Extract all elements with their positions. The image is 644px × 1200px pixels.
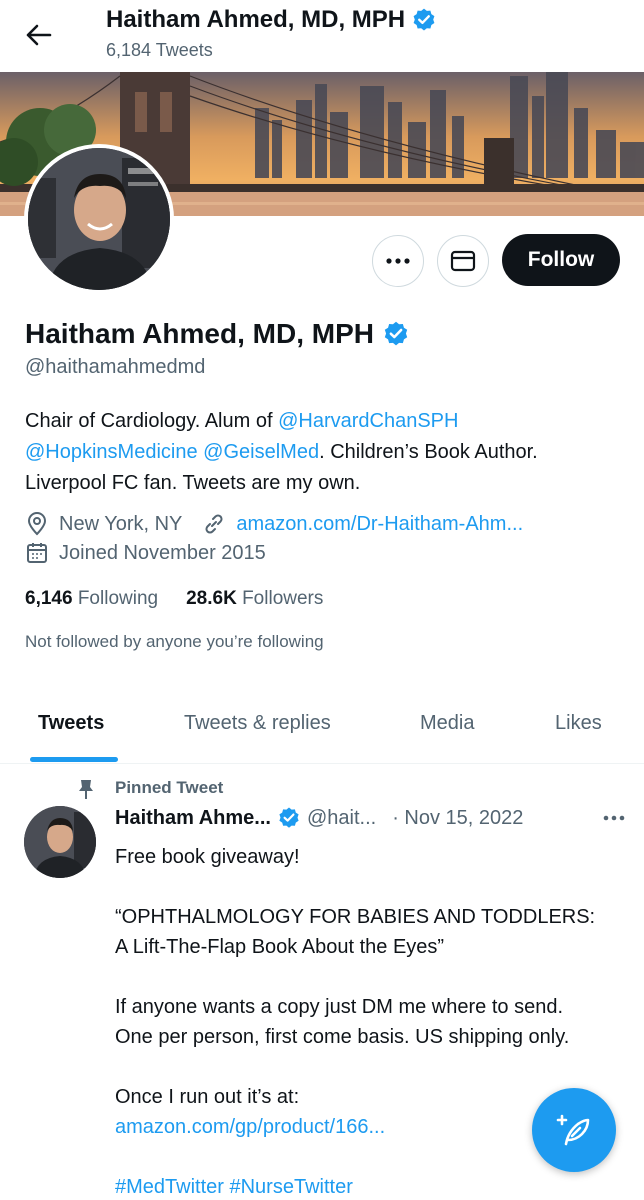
more-icon — [603, 815, 625, 821]
pinned-label: Pinned Tweet — [115, 778, 224, 797]
tweet-author-handle[interactable]: @hait... — [307, 807, 376, 830]
tab-media[interactable]: Media — [420, 712, 474, 735]
following-label: Following — [77, 588, 159, 609]
profile-website-link[interactable]: amazon.com/Dr-Haitham-Ahm... — [236, 513, 523, 536]
bio-mention-link[interactable]: @HarvardChanSPH — [278, 410, 458, 432]
top-bar: Haitham Ahmed, MD, MPH 6,184 Tweets — [0, 0, 644, 72]
tweet-date[interactable]: · Nov 15, 2022 — [392, 807, 523, 830]
profile-meta-row: New York, NY amazon.com/Dr-Haitham-Ahm..… — [25, 512, 523, 536]
profile-bio: Chair of Cardiology. Alum of @HarvardCha… — [25, 406, 625, 499]
profile-avatar[interactable] — [24, 144, 174, 294]
followers-label: Followers — [242, 588, 324, 609]
tweet-text: A Lift-The-Flap Book About the Eyes” — [115, 936, 445, 958]
tweet-hashtags[interactable]: #MedTwitter #NurseTwitter — [115, 1176, 353, 1198]
compose-tweet-button[interactable] — [532, 1088, 616, 1172]
mail-icon — [450, 250, 476, 272]
profile-location: New York, NY — [59, 512, 183, 535]
link-icon — [205, 514, 223, 534]
tweet-text: If anyone wants a copy just DM me where … — [115, 996, 563, 1018]
bio-mention-link[interactable]: @HopkinsMedicine — [25, 441, 198, 463]
back-arrow-icon[interactable] — [22, 18, 56, 52]
verified-badge-icon — [384, 321, 408, 346]
following-count: 6,146 — [25, 588, 73, 609]
tweet-text: One per person, first come basis. US shi… — [115, 1026, 570, 1048]
active-tab-indicator — [30, 757, 118, 762]
profile-tabs: Tweets Tweets & replies Media Likes — [0, 700, 644, 764]
profile-name-row: Haitham Ahmed, MD, MPH — [25, 318, 410, 350]
tweet-author-photo — [24, 806, 96, 878]
following-link[interactable]: 6,146 Following — [25, 588, 158, 610]
tab-likes[interactable]: Likes — [555, 712, 602, 735]
bio-text: Chair of Cardiology. Alum of — [25, 410, 279, 432]
profile-joined: Joined November 2015 — [59, 541, 266, 564]
pin-icon — [76, 778, 96, 805]
compose-icon — [556, 1114, 590, 1146]
more-button[interactable] — [372, 235, 424, 287]
verified-badge-icon — [279, 807, 299, 828]
location-icon — [27, 512, 47, 536]
followers-count: 28.6K — [186, 588, 237, 609]
profile-handle: @haithamahmedmd — [25, 356, 206, 378]
calendar-icon — [27, 543, 47, 563]
tweet-header: Haitham Ahme... @hait... · Nov 15, 2022 — [115, 806, 625, 830]
header-name: Haitham Ahmed, MD, MPH — [106, 6, 406, 33]
followers-link[interactable]: 28.6K Followers — [186, 588, 323, 610]
tweet-text: “OPHTHALMOLOGY FOR BABIES AND TODDLERS: — [115, 906, 596, 928]
tweet-link[interactable]: amazon.com/gp/product/166... — [115, 1116, 385, 1138]
tweet-text: Once I run out it’s at: — [115, 1086, 300, 1108]
profile-photo — [28, 148, 170, 290]
tab-tweets-replies[interactable]: Tweets & replies — [184, 712, 331, 735]
tweet-text: Free book giveaway! — [115, 846, 300, 868]
tweet-author-avatar[interactable] — [24, 806, 96, 878]
bio-text: . Children’s Book Author. — [319, 441, 538, 463]
tweet-more-button[interactable] — [603, 815, 625, 821]
more-icon — [386, 258, 410, 264]
verified-badge-icon — [413, 8, 435, 31]
follow-button[interactable]: Follow — [502, 234, 620, 286]
profile-name: Haitham Ahmed, MD, MPH — [25, 318, 374, 349]
tweet-author-name[interactable]: Haitham Ahme... — [115, 807, 271, 830]
follow-stats: 6,146 Following 28.6K Followers — [25, 588, 323, 610]
not-followed-notice: Not followed by anyone you’re following — [25, 632, 324, 651]
bio-mention-link[interactable]: @GeiselMed — [203, 441, 319, 463]
tab-tweets[interactable]: Tweets — [38, 712, 104, 735]
header-title: Haitham Ahmed, MD, MPH — [106, 6, 437, 34]
message-button[interactable] — [437, 235, 489, 287]
bio-text: Liverpool FC fan. Tweets are my own. — [25, 472, 361, 494]
header-tweet-count: 6,184 Tweets — [106, 40, 213, 60]
profile-joined-row: Joined November 2015 — [25, 541, 266, 565]
